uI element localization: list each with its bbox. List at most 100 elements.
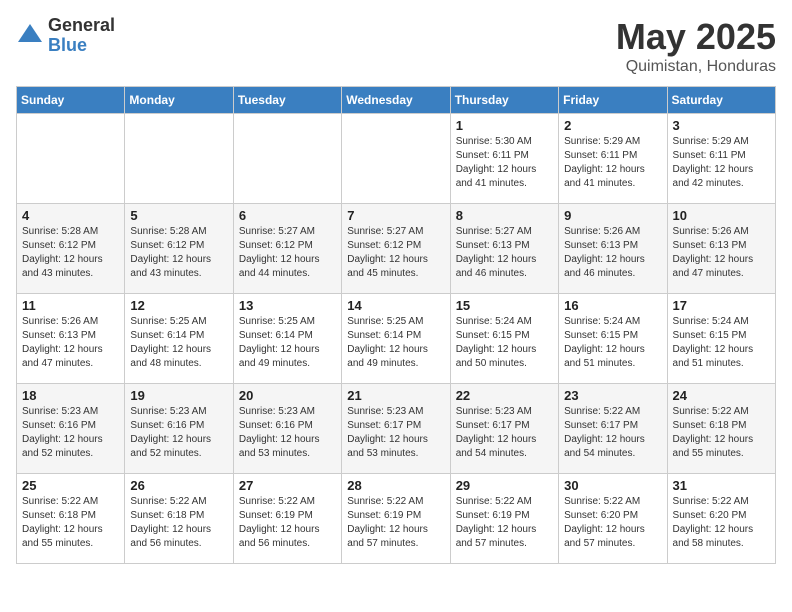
- day-number: 17: [673, 298, 770, 313]
- day-info: Sunrise: 5:24 AM Sunset: 6:15 PM Dayligh…: [673, 315, 770, 371]
- day-info: Sunrise: 5:22 AM Sunset: 6:19 PM Dayligh…: [456, 495, 553, 551]
- calendar-cell: 1Sunrise: 5:30 AM Sunset: 6:11 PM Daylig…: [450, 114, 558, 204]
- day-number: 14: [347, 298, 444, 313]
- day-number: 26: [130, 478, 227, 493]
- calendar-cell: [342, 114, 450, 204]
- day-number: 3: [673, 118, 770, 133]
- logo: General Blue: [16, 16, 115, 56]
- calendar-cell: 11Sunrise: 5:26 AM Sunset: 6:13 PM Dayli…: [17, 294, 125, 384]
- day-info: Sunrise: 5:28 AM Sunset: 6:12 PM Dayligh…: [22, 225, 119, 281]
- day-info: Sunrise: 5:24 AM Sunset: 6:15 PM Dayligh…: [564, 315, 661, 371]
- calendar-cell: 5 Sunrise: 5:28 AM Sunset: 6:12 PM Daylig…: [125, 204, 233, 294]
- calendar-cell: 6 Sunrise: 5:27 AM Sunset: 6:12 PM Daylig…: [233, 204, 341, 294]
- day-info: Sunrise: 5:23 AM Sunset: 6:17 PM Dayligh…: [347, 405, 444, 461]
- calendar-cell: [125, 114, 233, 204]
- calendar-cell: 10 Sunrise: 5:26 AM Sunset: 6:13 PM Dayli…: [667, 204, 775, 294]
- day-number: 19: [130, 388, 227, 403]
- calendar-cell: 9 Sunrise: 5:26 AM Sunset: 6:13 PM Daylig…: [559, 204, 667, 294]
- calendar-cell: 2Sunrise: 5:29 AM Sunset: 6:11 PM Daylig…: [559, 114, 667, 204]
- day-info: Sunrise: 5:23 AM Sunset: 6:16 PM Dayligh…: [22, 405, 119, 461]
- day-number: 5: [130, 208, 227, 223]
- calendar-cell: 17 Sunrise: 5:24 AM Sunset: 6:15 PM Dayli…: [667, 294, 775, 384]
- day-number: 25: [22, 478, 119, 493]
- day-number: 31: [673, 478, 770, 493]
- calendar-cell: 23 Sunrise: 5:22 AM Sunset: 6:17 PM Dayli…: [559, 384, 667, 474]
- calendar-cell: 18Sunrise: 5:23 AM Sunset: 6:16 PM Dayli…: [17, 384, 125, 474]
- header-monday: Monday: [125, 87, 233, 114]
- header-tuesday: Tuesday: [233, 87, 341, 114]
- header-sunday: Sunday: [17, 87, 125, 114]
- calendar-cell: 16 Sunrise: 5:24 AM Sunset: 6:15 PM Dayli…: [559, 294, 667, 384]
- day-number: 22: [456, 388, 553, 403]
- logo-blue: Blue: [48, 36, 115, 56]
- calendar-cell: 27Sunrise: 5:22 AM Sunset: 6:19 PM Dayli…: [233, 474, 341, 564]
- day-number: 15: [456, 298, 553, 313]
- day-number: 8: [456, 208, 553, 223]
- day-info: Sunrise: 5:22 AM Sunset: 6:20 PM Dayligh…: [673, 495, 770, 551]
- calendar-cell: 15Sunrise: 5:24 AM Sunset: 6:15 PM Dayli…: [450, 294, 558, 384]
- day-number: 12: [130, 298, 227, 313]
- month-title: May 2025: [616, 16, 776, 58]
- calendar-table: SundayMondayTuesdayWednesdayThursdayFrid…: [16, 86, 776, 564]
- calendar-week-row: 18Sunrise: 5:23 AM Sunset: 6:16 PM Dayli…: [17, 384, 776, 474]
- day-number: 4: [22, 208, 119, 223]
- calendar-cell: [233, 114, 341, 204]
- calendar-week-row: 4 Sunrise: 5:28 AM Sunset: 6:12 PM Daylig…: [17, 204, 776, 294]
- day-number: 28: [347, 478, 444, 493]
- location: Quimistan, Honduras: [616, 58, 776, 76]
- day-number: 7: [347, 208, 444, 223]
- day-info: Sunrise: 5:22 AM Sunset: 6:18 PM Dayligh…: [673, 405, 770, 461]
- day-number: 20: [239, 388, 336, 403]
- calendar-cell: 12 Sunrise: 5:25 AM Sunset: 6:14 PM Dayli…: [125, 294, 233, 384]
- title-block: May 2025 Quimistan, Honduras: [616, 16, 776, 76]
- day-number: 30: [564, 478, 661, 493]
- header-wednesday: Wednesday: [342, 87, 450, 114]
- header-saturday: Saturday: [667, 87, 775, 114]
- day-info: Sunrise: 5:27 AM Sunset: 6:12 PM Dayligh…: [347, 225, 444, 281]
- calendar-cell: 30 Sunrise: 5:22 AM Sunset: 6:20 PM Dayli…: [559, 474, 667, 564]
- day-info: Sunrise: 5:28 AM Sunset: 6:12 PM Dayligh…: [130, 225, 227, 281]
- calendar-cell: 26Sunrise: 5:22 AM Sunset: 6:18 PM Dayli…: [125, 474, 233, 564]
- calendar-cell: 14Sunrise: 5:25 AM Sunset: 6:14 PM Dayli…: [342, 294, 450, 384]
- day-info: Sunrise: 5:27 AM Sunset: 6:12 PM Dayligh…: [239, 225, 336, 281]
- calendar-cell: [17, 114, 125, 204]
- calendar-cell: 20 Sunrise: 5:23 AM Sunset: 6:16 PM Dayli…: [233, 384, 341, 474]
- day-number: 10: [673, 208, 770, 223]
- logo-general: General: [48, 16, 115, 36]
- calendar-cell: 7 Sunrise: 5:27 AM Sunset: 6:12 PM Daylig…: [342, 204, 450, 294]
- day-number: 9: [564, 208, 661, 223]
- calendar-cell: 8 Sunrise: 5:27 AM Sunset: 6:13 PM Daylig…: [450, 204, 558, 294]
- day-info: Sunrise: 5:26 AM Sunset: 6:13 PM Dayligh…: [673, 225, 770, 281]
- day-info: Sunrise: 5:29 AM Sunset: 6:11 PM Dayligh…: [564, 135, 661, 191]
- calendar-cell: 28 Sunrise: 5:22 AM Sunset: 6:19 PM Dayli…: [342, 474, 450, 564]
- day-info: Sunrise: 5:26 AM Sunset: 6:13 PM Dayligh…: [564, 225, 661, 281]
- day-number: 11: [22, 298, 119, 313]
- day-info: Sunrise: 5:30 AM Sunset: 6:11 PM Dayligh…: [456, 135, 553, 191]
- day-info: Sunrise: 5:22 AM Sunset: 6:19 PM Dayligh…: [347, 495, 444, 551]
- logo-text: General Blue: [48, 16, 115, 56]
- day-info: Sunrise: 5:22 AM Sunset: 6:19 PM Dayligh…: [239, 495, 336, 551]
- calendar-week-row: 25Sunrise: 5:22 AM Sunset: 6:18 PM Dayli…: [17, 474, 776, 564]
- day-number: 6: [239, 208, 336, 223]
- calendar-cell: 3 Sunrise: 5:29 AM Sunset: 6:11 PM Daylig…: [667, 114, 775, 204]
- header-thursday: Thursday: [450, 87, 558, 114]
- day-info: Sunrise: 5:29 AM Sunset: 6:11 PM Dayligh…: [673, 135, 770, 191]
- calendar-cell: 25Sunrise: 5:22 AM Sunset: 6:18 PM Dayli…: [17, 474, 125, 564]
- day-number: 29: [456, 478, 553, 493]
- day-info: Sunrise: 5:22 AM Sunset: 6:17 PM Dayligh…: [564, 405, 661, 461]
- logo-icon: [16, 22, 44, 50]
- calendar-cell: 31 Sunrise: 5:22 AM Sunset: 6:20 PM Dayli…: [667, 474, 775, 564]
- day-number: 24: [673, 388, 770, 403]
- calendar-cell: 24 Sunrise: 5:22 AM Sunset: 6:18 PM Dayli…: [667, 384, 775, 474]
- day-info: Sunrise: 5:22 AM Sunset: 6:20 PM Dayligh…: [564, 495, 661, 551]
- calendar-header-row: SundayMondayTuesdayWednesdayThursdayFrid…: [17, 87, 776, 114]
- calendar-cell: 19 Sunrise: 5:23 AM Sunset: 6:16 PM Dayli…: [125, 384, 233, 474]
- day-info: Sunrise: 5:27 AM Sunset: 6:13 PM Dayligh…: [456, 225, 553, 281]
- day-info: Sunrise: 5:23 AM Sunset: 6:16 PM Dayligh…: [239, 405, 336, 461]
- calendar-week-row: 11Sunrise: 5:26 AM Sunset: 6:13 PM Dayli…: [17, 294, 776, 384]
- day-info: Sunrise: 5:23 AM Sunset: 6:16 PM Dayligh…: [130, 405, 227, 461]
- page-header: General Blue May 2025 Quimistan, Hondura…: [16, 16, 776, 76]
- day-info: Sunrise: 5:25 AM Sunset: 6:14 PM Dayligh…: [130, 315, 227, 371]
- day-number: 16: [564, 298, 661, 313]
- day-number: 23: [564, 388, 661, 403]
